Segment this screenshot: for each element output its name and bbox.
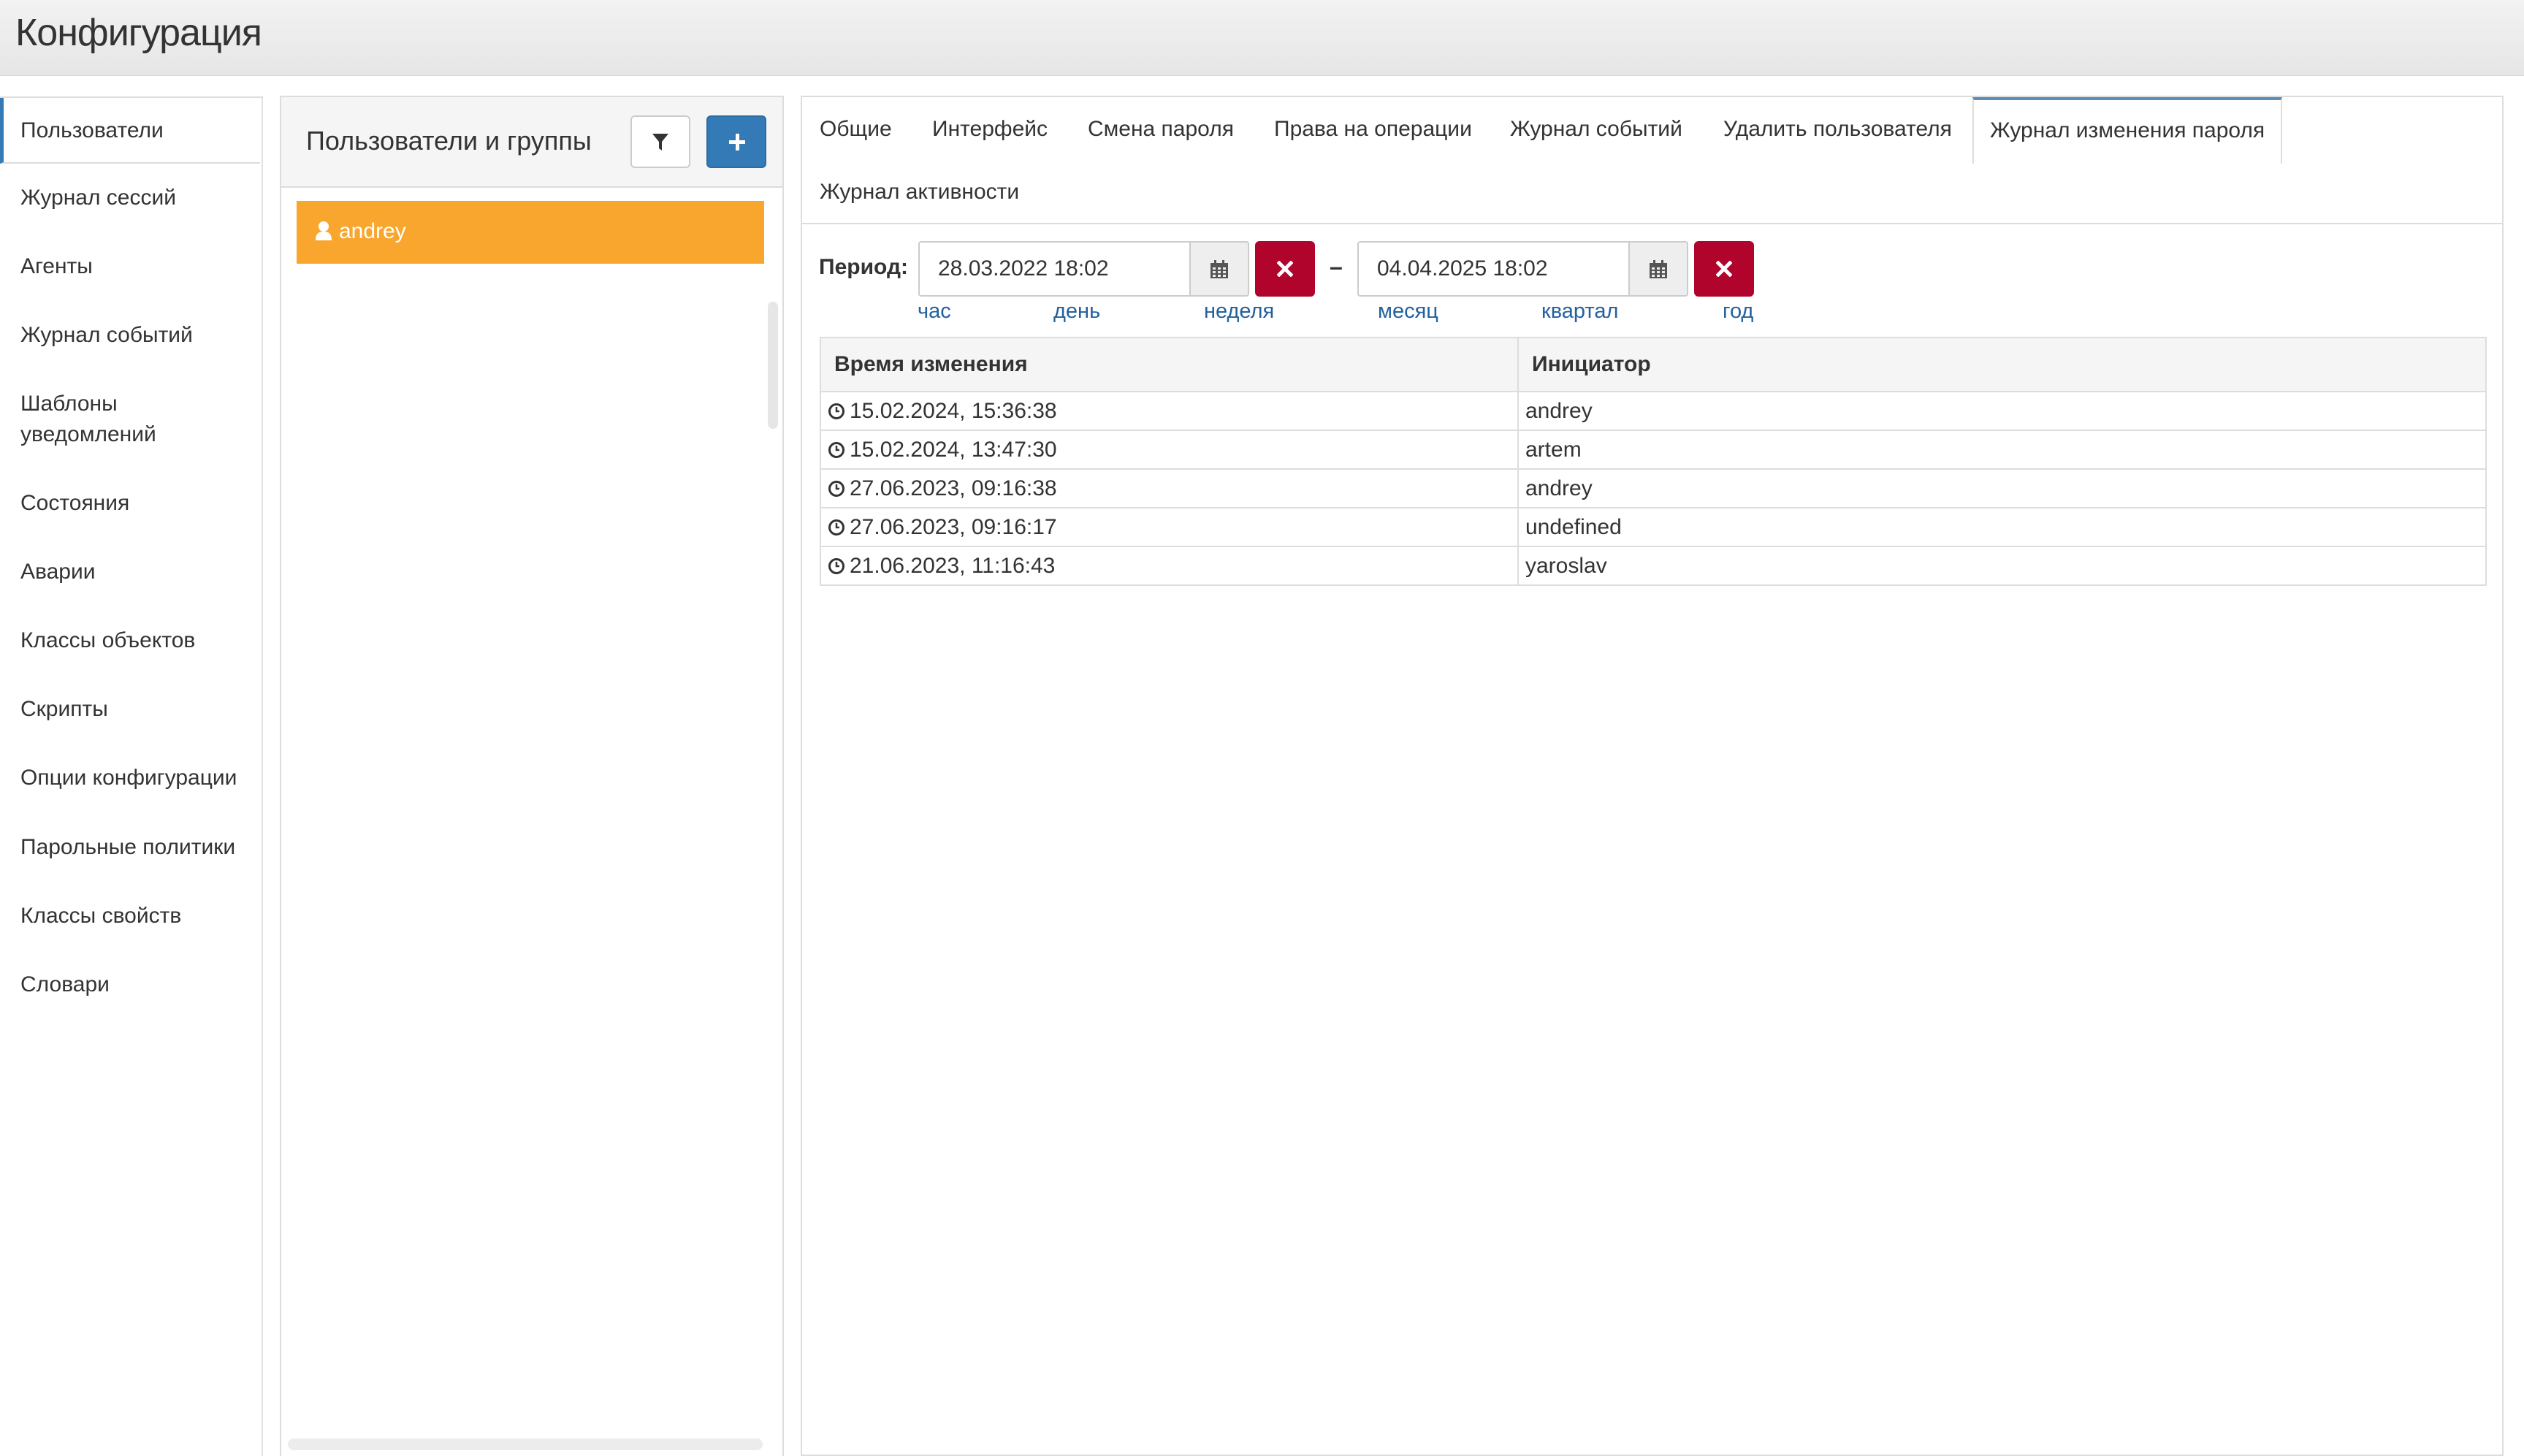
horizontal-scrollbar[interactable] <box>288 1438 763 1450</box>
date-to-input[interactable]: 04.04.2025 18:02 <box>1357 241 1630 297</box>
sidebar-item-agents[interactable]: Агенты <box>0 251 260 282</box>
table-row: 21.06.2023, 11:16:43 yaroslav <box>820 546 2487 586</box>
app-header: Конфигурация <box>0 0 2524 76</box>
tab-activity-log[interactable]: Журнал активности <box>820 178 1019 207</box>
page-title: Конфигурация <box>15 12 262 54</box>
clock-icon <box>828 403 844 419</box>
date-from-calendar-button[interactable] <box>1191 241 1249 297</box>
calendar-icon <box>1210 260 1228 278</box>
users-panel-title: Пользователи и группы <box>306 126 592 156</box>
column-header-time[interactable]: Время изменения <box>820 337 1519 392</box>
cell-initiator: andrey <box>1517 468 2487 508</box>
time-value: 21.06.2023, 11:16:43 <box>850 553 1056 578</box>
table-header-row: Время изменения Инициатор <box>820 337 2487 392</box>
cell-initiator: yaroslav <box>1517 546 2487 586</box>
time-value: 15.02.2024, 15:36:38 <box>850 398 1057 423</box>
quick-range-quarter[interactable]: квартал <box>1541 297 1618 326</box>
table-row: 15.02.2024, 15:36:38 andrey <box>820 391 2487 431</box>
date-from-input[interactable]: 28.03.2022 18:02 <box>918 241 1191 297</box>
sidebar-item-states[interactable]: Состояния <box>0 488 260 519</box>
cell-initiator: artem <box>1517 430 2487 470</box>
sidebar-item-scripts[interactable]: Скрипты <box>0 694 260 725</box>
tab-password-change-log[interactable]: Журнал изменения пароля <box>1972 97 2283 164</box>
cell-initiator: andrey <box>1517 391 2487 431</box>
users-groups-panel: Пользователи и группы andrey <box>280 96 784 1456</box>
range-separator: – <box>1330 254 1343 280</box>
quick-range-hour[interactable]: час <box>918 297 951 326</box>
users-panel-header: Пользователи и группы <box>281 97 782 188</box>
password-change-log-table: Время изменения Инициатор 15.02.2024, 15… <box>820 337 2487 586</box>
time-value: 27.06.2023, 09:16:38 <box>850 476 1057 500</box>
tab-delete-user[interactable]: Удалить пользователя <box>1723 115 1952 144</box>
quick-range-day[interactable]: день <box>1053 297 1100 326</box>
tab-event-log[interactable]: Журнал событий <box>1510 115 1682 144</box>
filter-icon <box>652 134 668 150</box>
tab-bar: Общие Интерфейс Смена пароля Права на оп… <box>802 97 2502 224</box>
sidebar-item-object-classes[interactable]: Классы объектов <box>0 625 260 656</box>
quick-range-week[interactable]: неделя <box>1204 297 1274 326</box>
sidebar-item-notification-templates[interactable]: Шаблоны уведомлений <box>0 389 219 450</box>
tab-operation-rights[interactable]: Права на операции <box>1274 115 1472 144</box>
clock-icon <box>828 480 844 497</box>
add-user-button[interactable] <box>706 115 766 168</box>
sidebar-item-property-classes[interactable]: Классы свойств <box>0 901 260 931</box>
vertical-scrollbar[interactable] <box>768 302 778 429</box>
cell-time: 15.02.2024, 13:47:30 <box>820 430 1519 470</box>
table-row: 15.02.2024, 13:47:30 artem <box>820 430 2487 470</box>
cell-initiator: undefined <box>1517 507 2487 547</box>
quick-range-year[interactable]: год <box>1723 297 1753 326</box>
cell-time: 27.06.2023, 09:16:17 <box>820 507 1519 547</box>
time-value: 27.06.2023, 09:16:17 <box>850 514 1057 539</box>
user-list-item[interactable]: andrey <box>297 201 764 264</box>
sidebar-item-event-log[interactable]: Журнал событий <box>0 320 260 351</box>
tab-change-password[interactable]: Смена пароля <box>1088 115 1234 144</box>
clock-icon <box>828 441 844 458</box>
sidebar-item-users[interactable]: Пользователи <box>0 98 260 164</box>
clear-date-from-button[interactable] <box>1255 241 1315 297</box>
close-icon <box>1277 261 1293 277</box>
sidebar-item-dictionaries[interactable]: Словари <box>0 969 260 1000</box>
sidebar-item-password-policies[interactable]: Парольные политики <box>0 832 260 863</box>
date-to-calendar-button[interactable] <box>1630 241 1688 297</box>
cell-time: 27.06.2023, 09:16:38 <box>820 468 1519 508</box>
calendar-icon <box>1650 260 1667 278</box>
tab-interface[interactable]: Интерфейс <box>932 115 1048 144</box>
filter-button[interactable] <box>630 115 690 168</box>
tab-general[interactable]: Общие <box>820 115 892 144</box>
clock-icon <box>828 519 844 535</box>
clock-icon <box>828 557 844 574</box>
quick-range-month[interactable]: месяц <box>1378 297 1438 326</box>
table-row: 27.06.2023, 09:16:38 andrey <box>820 468 2487 508</box>
column-header-initiator[interactable]: Инициатор <box>1517 337 2487 392</box>
cell-time: 15.02.2024, 15:36:38 <box>820 391 1519 431</box>
time-value: 15.02.2024, 13:47:30 <box>850 437 1057 462</box>
close-icon <box>1716 261 1732 277</box>
period-label: Период: <box>819 255 908 279</box>
clear-date-to-button[interactable] <box>1694 241 1754 297</box>
user-name: andrey <box>339 219 406 243</box>
sidebar: Пользователи Журнал сессий Агенты Журнал… <box>0 96 263 1456</box>
cell-time: 21.06.2023, 11:16:43 <box>820 546 1519 586</box>
sidebar-item-config-options[interactable]: Опции конфигурации <box>0 763 260 793</box>
sidebar-item-alarms[interactable]: Аварии <box>0 557 260 587</box>
table-row: 27.06.2023, 09:16:17 undefined <box>820 507 2487 547</box>
user-icon <box>316 221 332 240</box>
sidebar-item-session-log[interactable]: Журнал сессий <box>0 183 260 213</box>
